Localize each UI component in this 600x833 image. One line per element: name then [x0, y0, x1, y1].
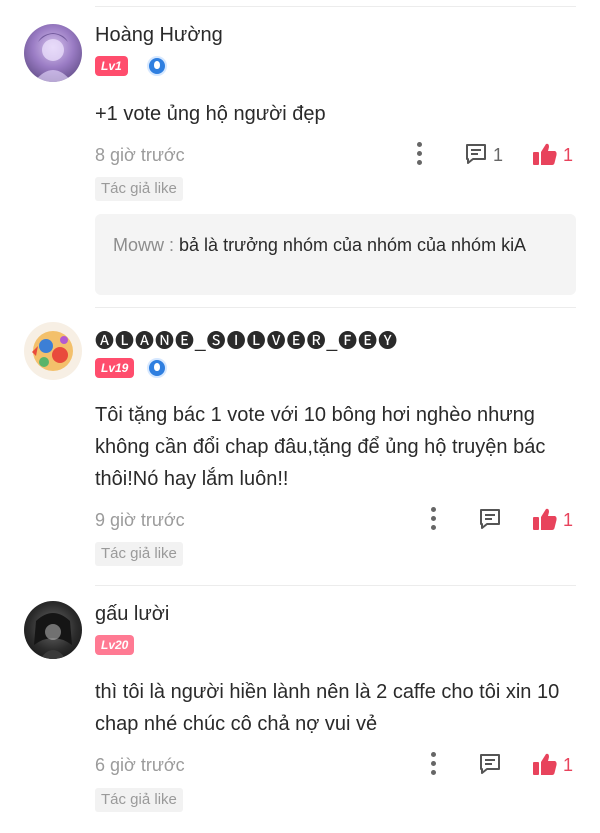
reply-count: 1: [493, 145, 504, 165]
verified-badge-icon: [147, 358, 167, 378]
comment-time: 6 giờ trước: [95, 755, 185, 775]
comment-reply-icon[interactable]: [464, 142, 488, 166]
comment-text: +1 vote ủng hộ người đẹp: [95, 103, 326, 125]
comment-text: thì tôi là người hiền lành nên là 2 caff…: [95, 681, 560, 735]
comment-item: gấu lười Lv20 thì tôi là người hiền lành…: [0, 0, 600, 812]
comment-text: Tôi tặng bác 1 vote với 10 bông hơi nghè…: [95, 404, 546, 490]
comment-reply-icon[interactable]: [478, 752, 502, 776]
user-name[interactable]: Hoàng Hường: [95, 24, 223, 47]
level-badge: Lv20: [95, 635, 135, 655]
like-count: 1: [563, 145, 574, 165]
thumbs-up-icon[interactable]: [532, 142, 558, 166]
comment-reply-icon[interactable]: [478, 507, 502, 531]
level-badge: Lv19: [95, 358, 135, 378]
more-vertical-icon[interactable]: [428, 752, 438, 776]
quoted-separator: :: [164, 235, 180, 255]
avatar[interactable]: [24, 24, 82, 82]
quoted-reply[interactable]: Moww : bả là trưởng nhóm của nhóm của nh…: [95, 214, 576, 295]
like-count: 1: [563, 510, 574, 530]
comment-divider: [95, 307, 576, 308]
comment-item: Hoàng Hường Lv1 +1 vote ủng hộ người đẹp…: [0, 0, 600, 300]
like-count: 1: [563, 755, 574, 775]
comment-time: 8 giờ trước: [95, 145, 185, 165]
avatar-image: [32, 331, 73, 371]
author-like-tag: Tác giả like: [95, 542, 183, 566]
comment-time: 9 giờ trước: [95, 510, 185, 530]
author-like-tag: Tác giả like: [95, 177, 183, 201]
avatar-image: [34, 613, 72, 659]
quoted-author[interactable]: Moww: [113, 235, 164, 255]
user-name[interactable]: 🅐🅛🅐🅝🅔_🅢🅘🅛🅥🅔🅡_🅕🅔🅨: [95, 326, 398, 353]
user-name[interactable]: gấu lười: [95, 603, 169, 626]
quoted-text: bả là trưởng nhóm của nhóm của nhóm kiA: [179, 235, 527, 255]
avatar-image: [34, 33, 72, 82]
level-badge: Lv1: [95, 56, 128, 76]
more-vertical-icon[interactable]: [414, 142, 424, 166]
avatar[interactable]: [24, 601, 82, 659]
more-vertical-icon[interactable]: [428, 507, 438, 531]
verified-badge-icon: [147, 56, 167, 76]
comment-divider: [95, 585, 576, 586]
avatar[interactable]: [24, 322, 82, 380]
thumbs-up-icon[interactable]: [532, 752, 558, 776]
thumbs-up-icon[interactable]: [532, 507, 558, 531]
author-like-tag: Tác giả like: [95, 788, 183, 812]
